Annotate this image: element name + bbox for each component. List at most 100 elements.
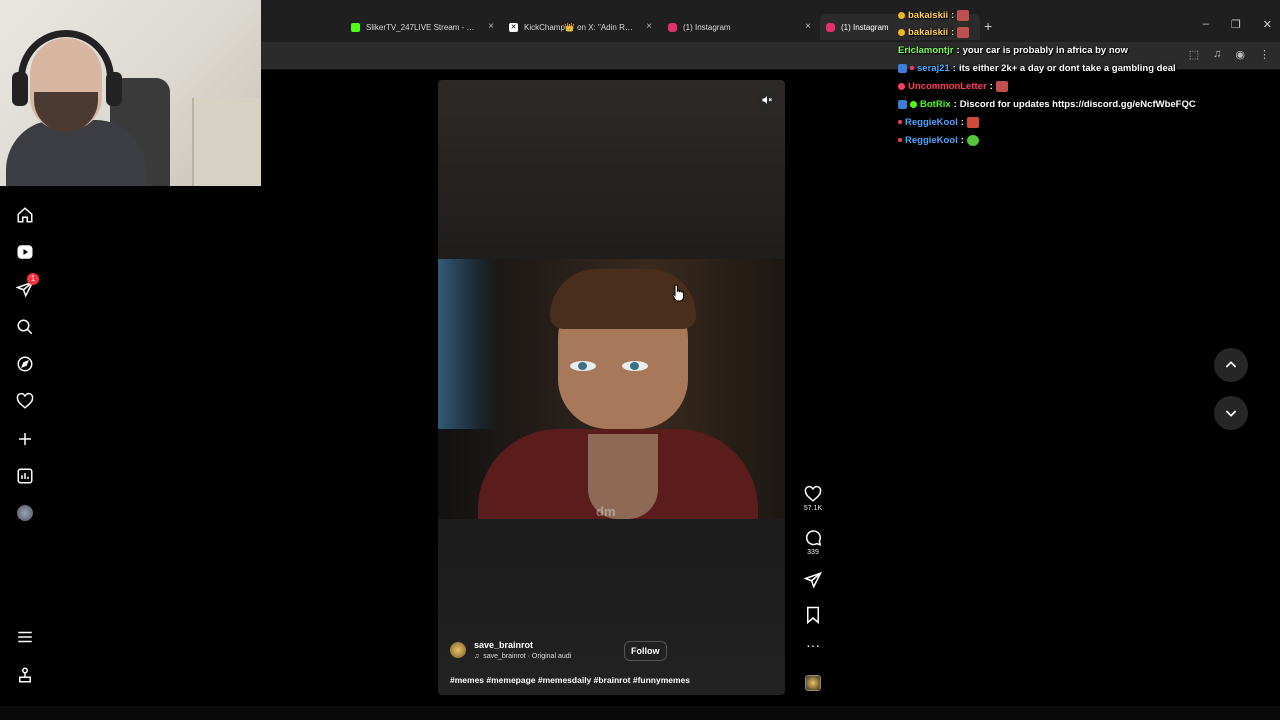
comment-action[interactable]: 339: [801, 529, 825, 556]
audio-line[interactable]: ♫ save_brainrot · Original audi: [474, 653, 571, 660]
chat-separator: :: [953, 98, 957, 110]
headset-icon: [18, 30, 114, 100]
new-tab-icon[interactable]: +: [984, 18, 992, 34]
previous-reel-button[interactable]: [1214, 348, 1248, 382]
tab-title: KickChamp👑 on X: "Adin Ross: [524, 22, 634, 32]
headset-ear-right: [106, 72, 122, 106]
chat-emote-icon: [957, 26, 970, 38]
dashboard-icon[interactable]: [15, 466, 35, 486]
webcam-overlay: [0, 0, 261, 186]
speaker-muted-icon: [762, 96, 772, 104]
chat-badge-icon: [910, 66, 914, 70]
restore-icon[interactable]: ❐: [1231, 18, 1241, 31]
kebab-menu-icon[interactable]: ⋮: [1259, 48, 1270, 61]
chat-badge-icon: [898, 11, 905, 19]
profile-avatar-icon[interactable]: ◉: [1235, 48, 1245, 61]
avatar: [17, 505, 33, 521]
create-icon[interactable]: [15, 429, 35, 449]
headset-ear-left: [12, 72, 28, 106]
owner-row: save_brainrot ♫ save_brainrot · Original…: [450, 640, 770, 660]
comment-icon: [806, 530, 822, 546]
chat-message: Ericlamontjr: your car is probably in af…: [898, 42, 1128, 58]
tab-instagram-1[interactable]: (1) Instagram ×: [662, 14, 817, 40]
tab-title: (1) Instagram: [841, 22, 889, 32]
reel-video[interactable]: dm save_brainrot ♫ save_brainrot · Origi…: [438, 80, 785, 695]
messages-icon[interactable]: 1: [15, 273, 39, 299]
close-tab-icon[interactable]: ×: [488, 21, 494, 32]
next-reel-button[interactable]: [1214, 396, 1248, 430]
like-count: 57.1K: [803, 505, 823, 512]
chevron-down-icon: [1225, 410, 1237, 417]
bookmark-icon: [807, 606, 819, 624]
minimize-icon[interactable]: –: [1203, 18, 1209, 31]
reel-caption[interactable]: #memes #memepage #memesdaily #brainrot #…: [450, 675, 690, 685]
chat-message: BotRix: Discord for updates https://disc…: [898, 96, 1196, 112]
home-icon[interactable]: [15, 205, 35, 225]
save-action[interactable]: [801, 606, 825, 624]
chat-separator: :: [960, 134, 964, 146]
chat-text: Discord for updates https://discord.gg/e…: [959, 98, 1196, 110]
window-controls: – ❐ ✕: [1203, 18, 1272, 31]
chat-text: your car is probably in africa by now: [962, 44, 1128, 56]
chat-emote-icon: [966, 134, 979, 146]
webcam-background-shelf: [192, 98, 261, 186]
audio-thumbnail[interactable]: [801, 675, 825, 691]
chat-separator: :: [952, 62, 956, 74]
chat-username: bakaiskii: [908, 9, 949, 21]
explore-icon[interactable]: [15, 354, 35, 374]
close-tab-icon[interactable]: ×: [646, 21, 652, 32]
tab-slikertv[interactable]: SlikerTV_247LIVE Stream - Wat ×: [345, 14, 500, 40]
chat-badge-icon: [898, 120, 902, 124]
chat-badge-icon: [898, 99, 907, 109]
chat-emote-icon: [957, 9, 970, 21]
heart-icon: [804, 485, 822, 502]
chat-username: BotRix: [920, 98, 951, 110]
chat-emote-icon: [995, 80, 1008, 92]
threads-icon[interactable]: [15, 665, 35, 685]
tab-kickchamp[interactable]: ✕ KickChamp👑 on X: "Adin Ross ×: [503, 14, 658, 40]
close-tab-icon[interactable]: ×: [805, 21, 811, 32]
chat-message: ReggieKool:: [898, 114, 979, 130]
follow-button[interactable]: Follow: [624, 641, 667, 661]
extension-icon[interactable]: ⬚: [1189, 48, 1199, 61]
like-action[interactable]: 57.1K: [801, 485, 825, 512]
instagram-favicon-icon: [668, 22, 677, 32]
media-icon[interactable]: ♫: [1213, 48, 1221, 61]
eye-left: [570, 361, 596, 371]
menu-icon[interactable]: [15, 627, 35, 647]
close-window-icon[interactable]: ✕: [1263, 18, 1272, 31]
chat-badge-icon: [910, 100, 917, 108]
chat-badge-icon: [898, 82, 905, 90]
share-action[interactable]: [801, 571, 825, 589]
chat-username: ReggieKool: [905, 116, 958, 128]
chat-message: bakaiskii:: [898, 24, 970, 40]
reels-icon[interactable]: [15, 242, 35, 262]
chat-separator: :: [951, 26, 955, 38]
browser-toolbar: ⬚ ♫ ◉ ⋮: [1189, 48, 1270, 61]
watermark: dm: [596, 504, 616, 519]
more-dots-icon: ···: [806, 637, 820, 653]
music-note-icon: ♫: [474, 653, 480, 660]
chat-username: ReggieKool: [905, 134, 958, 146]
chat-badge-icon: [898, 63, 907, 73]
owner-avatar[interactable]: [450, 642, 466, 658]
chat-username: seraj21: [917, 62, 950, 74]
tab-title: (1) Instagram: [683, 22, 731, 32]
owner-username[interactable]: save_brainrot: [474, 640, 571, 650]
chat-separator: :: [989, 80, 993, 92]
notifications-icon[interactable]: [15, 391, 35, 411]
taskbar-strip: [0, 706, 1280, 720]
search-icon[interactable]: [15, 317, 35, 337]
notification-badge: 1: [27, 273, 39, 285]
chat-message: bakaiskii:: [898, 7, 970, 23]
more-action[interactable]: ···: [801, 637, 825, 653]
chat-username: bakaiskii: [908, 26, 949, 38]
chat-badge-icon: [898, 138, 902, 142]
mute-button[interactable]: [757, 90, 777, 110]
chat-separator: :: [960, 116, 964, 128]
chat-emote-icon: [966, 116, 979, 128]
profile-icon[interactable]: [15, 503, 35, 523]
chat-badge-icon: [898, 28, 905, 36]
kick-favicon-icon: [351, 22, 360, 32]
chat-message: seraj21: its either 2k+ a day or dont ta…: [898, 60, 1176, 76]
